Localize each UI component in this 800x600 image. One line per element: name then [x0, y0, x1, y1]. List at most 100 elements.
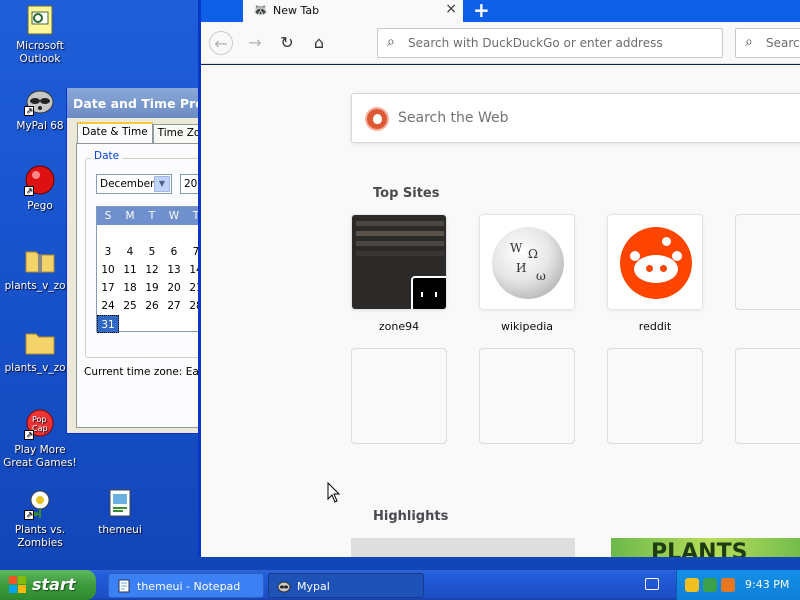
weekday-label: T: [192, 210, 198, 222]
calendar-day[interactable]: 20: [163, 279, 185, 297]
start-button[interactable]: start: [0, 570, 96, 600]
highlight-card-plants[interactable]: PLANTS: [611, 538, 800, 557]
chevron-down-icon[interactable]: ▼: [154, 176, 170, 192]
calendar-day-selected[interactable]: 31: [97, 315, 119, 333]
calendar-day[interactable]: 26: [141, 297, 163, 315]
calendar-day[interactable]: 14: [185, 261, 198, 279]
tab-bar: 🦝 New Tab × +: [201, 0, 800, 22]
home-icon[interactable]: ⌂: [307, 31, 331, 55]
duckduckgo-logo-icon: [365, 107, 389, 131]
weekday-label: M: [125, 210, 135, 222]
keyboard-layout-icon[interactable]: [645, 578, 659, 590]
back-arrow-icon[interactable]: ←: [209, 31, 233, 55]
top-sites-heading: Top Sites: [373, 186, 440, 201]
reddit-alien-icon: [620, 227, 692, 299]
weekday-label: W: [168, 210, 180, 222]
zone94-thumbnail: [352, 215, 446, 309]
plants-vs-zombies-icon: ↗: [24, 488, 56, 520]
top-site-tile-empty[interactable]: [735, 348, 800, 444]
year-spinner[interactable]: 20: [180, 174, 198, 194]
current-timezone-label: Current time zone: Eas: [84, 366, 198, 378]
forward-arrow-icon[interactable]: →: [243, 31, 267, 55]
calendar-day[interactable]: 4: [119, 243, 141, 261]
taskbar-button-notepad[interactable]: themeui - Notepad: [108, 573, 264, 598]
shortcut-arrow-icon: ↗: [24, 186, 34, 196]
calendar-day[interactable]: [163, 225, 185, 243]
top-site-tile-empty[interactable]: [479, 348, 575, 444]
calendar-week: 3 4 5 6 7: [97, 243, 198, 261]
reload-icon[interactable]: ↻: [275, 31, 299, 55]
calendar-day[interactable]: 5: [141, 243, 163, 261]
top-site-label: zone94: [378, 320, 420, 333]
desktop-icon-label: Great Games!: [3, 457, 77, 469]
calendar-week: 31: [97, 315, 198, 333]
calendar-day[interactable]: 17: [97, 279, 119, 297]
system-tray: 9:43 PM: [676, 570, 800, 600]
calendar-day[interactable]: [97, 225, 119, 243]
calendar-day[interactable]: 7: [185, 243, 198, 261]
calendar-day[interactable]: 18: [119, 279, 141, 297]
themeui-file-icon: [104, 488, 136, 520]
volume-icon[interactable]: [721, 578, 735, 592]
calendar-day[interactable]: 19: [141, 279, 163, 297]
web-search-input[interactable]: Search the Web: [351, 93, 800, 143]
close-icon[interactable]: ×: [445, 1, 457, 17]
calendar-day[interactable]: 6: [163, 243, 185, 261]
mouse-cursor-icon: [327, 482, 341, 503]
pong-icon: [411, 276, 446, 309]
calendar-day[interactable]: 27: [163, 297, 185, 315]
calendar-day[interactable]: 11: [119, 261, 141, 279]
top-site-tile-empty[interactable]: [351, 348, 447, 444]
top-site-tile-empty[interactable]: [735, 214, 800, 310]
calendar-week: 10 11 12 13 14: [97, 261, 198, 279]
popcap-icon: Pop Cap ↗: [24, 408, 56, 440]
address-bar[interactable]: ⌕ Search with DuckDuckGo or enter addres…: [377, 28, 723, 58]
desktop-icon-themeui[interactable]: themeui: [80, 488, 160, 537]
address-placeholder: Search with DuckDuckGo or enter address: [408, 36, 663, 50]
calendar-day[interactable]: 13: [163, 261, 185, 279]
month-value: December: [100, 178, 155, 190]
weekday-label: T: [148, 210, 156, 222]
calendar-day[interactable]: 3: [97, 243, 119, 261]
calendar-week: [97, 225, 198, 243]
desktop-icon-pvz[interactable]: ↗ Plants vs. Zombies: [0, 488, 80, 550]
calendar-day[interactable]: 12: [141, 261, 163, 279]
calendar-day[interactable]: 21: [185, 279, 198, 297]
top-site-tile-wikipedia[interactable]: W Ω И ω: [479, 214, 575, 310]
top-site-tile-zone94[interactable]: [351, 214, 447, 310]
browser-tab-new-tab[interactable]: 🦝 New Tab ×: [243, 0, 463, 22]
calendar-day[interactable]: 24: [97, 297, 119, 315]
search-bar[interactable]: ⌕ Search: [735, 28, 800, 58]
nav-toolbar: ← → ↻ ⌂ ⌕ Search with DuckDuckGo or ente…: [201, 22, 800, 64]
taskbar-button-mypal[interactable]: Mypal: [268, 573, 424, 598]
security-shield-icon[interactable]: [685, 578, 699, 592]
start-label: start: [32, 575, 76, 594]
calendar-day[interactable]: 10: [97, 261, 119, 279]
wikipedia-globe-icon: W Ω И ω: [492, 227, 564, 299]
new-tab-page: Search the Web Top Sites zone94 W Ω И ω …: [201, 65, 800, 557]
shortcut-arrow-icon: ↗: [24, 430, 34, 440]
shortcut-arrow-icon: ↗: [24, 510, 34, 520]
desktop-icon-label: Outlook: [19, 53, 61, 65]
calendar-day[interactable]: [141, 225, 163, 243]
top-site-tile-reddit[interactable]: [607, 214, 703, 310]
calendar-day[interactable]: [185, 225, 198, 243]
calendar-day[interactable]: 25: [119, 297, 141, 315]
calendar-day[interactable]: 28: [185, 297, 198, 315]
calendar-day[interactable]: [119, 225, 141, 243]
highlight-card[interactable]: [351, 538, 575, 557]
month-select[interactable]: December ▼: [96, 174, 172, 194]
date-group-label: Date: [91, 150, 123, 162]
desktop-icon-label: Zombies: [17, 537, 63, 549]
clock[interactable]: 9:43 PM: [745, 578, 789, 591]
dialog-clip: Date December ▼ 20 S M T W T 3 4 5 6 7 1…: [66, 88, 198, 434]
search-placeholder: Search: [766, 36, 800, 50]
shortcut-arrow-icon: ↗: [24, 106, 34, 116]
network-icon[interactable]: [703, 578, 717, 592]
top-site-tile-empty[interactable]: [607, 348, 703, 444]
svg-text:Cap: Cap: [32, 424, 48, 433]
desktop-icon-outlook[interactable]: Microsoft Outlook: [0, 4, 80, 66]
mypal-icon: [277, 579, 291, 593]
new-tab-plus-icon[interactable]: +: [473, 0, 490, 22]
browser-window: 🦝 New Tab × + ← → ↻ ⌂ ⌕ Search with Duck…: [198, 0, 800, 557]
